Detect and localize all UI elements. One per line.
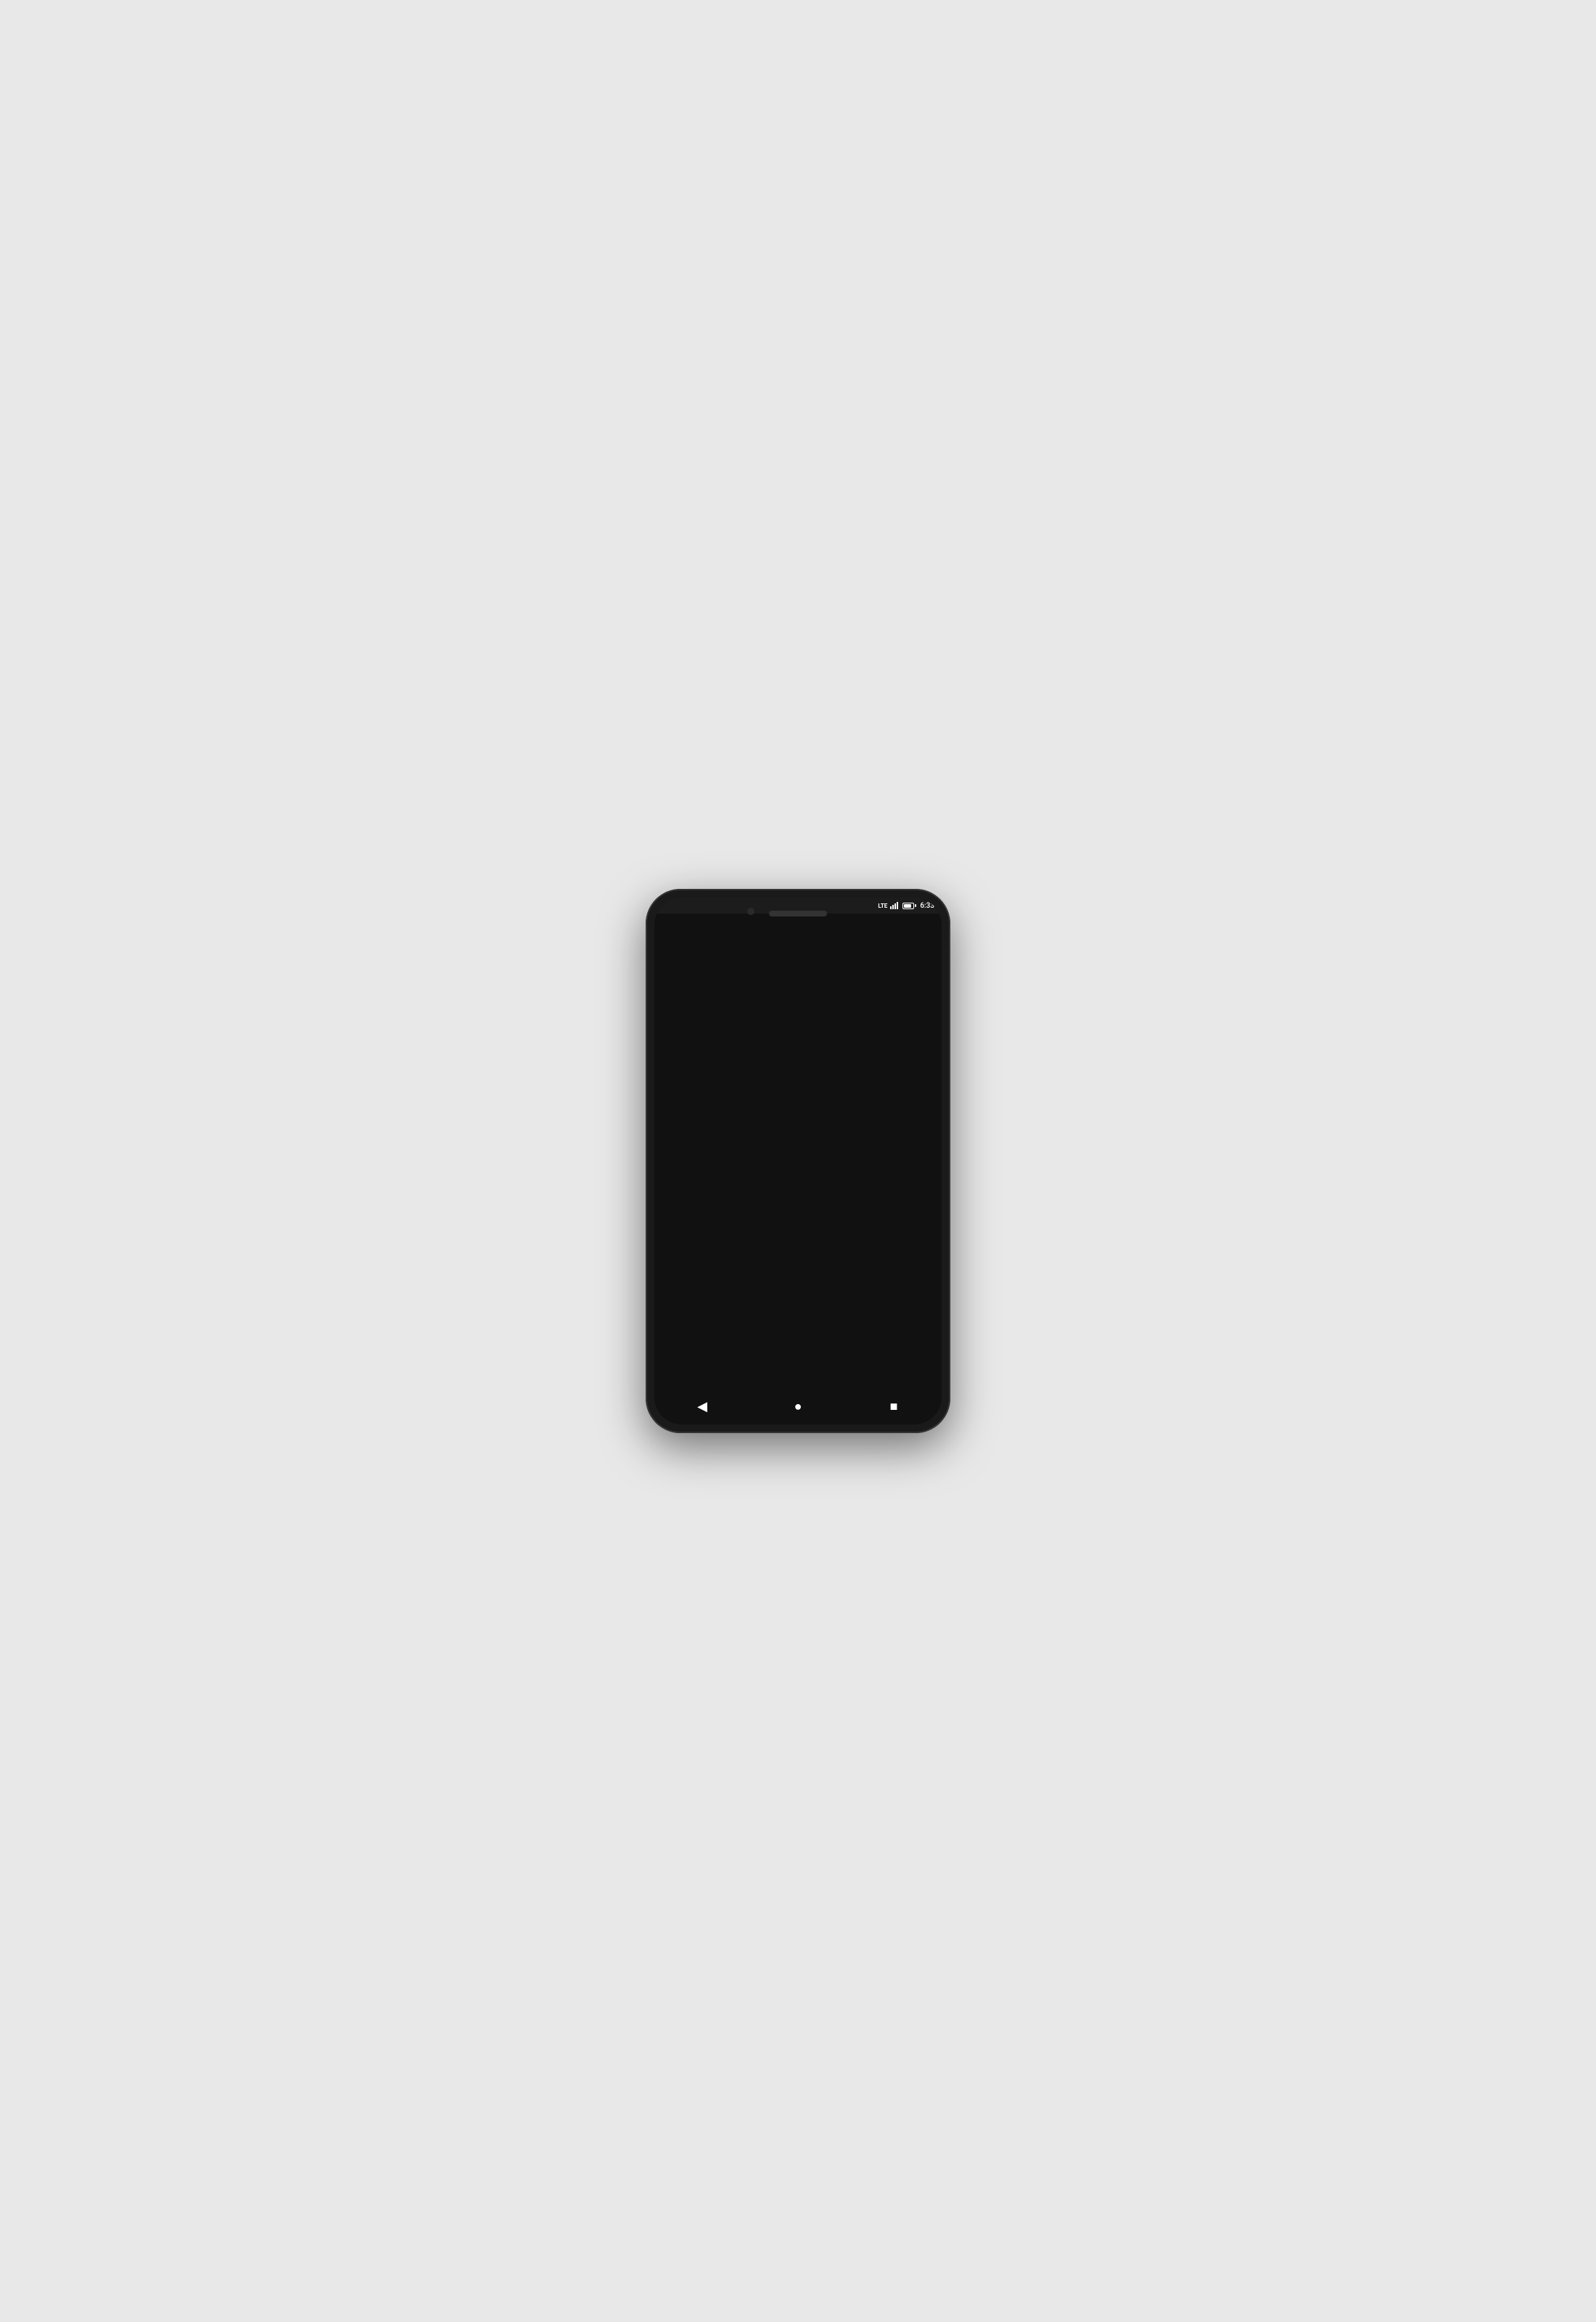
home-button[interactable]: ● [783,1392,813,1421]
phone-camera [747,908,754,915]
status-time: 6:33 [920,902,934,910]
status-icons: LTE 6:33 [878,902,934,910]
recent-button[interactable]: ■ [879,1392,908,1421]
signal-icon [890,902,898,909]
back-button[interactable]: ◀ [688,1392,717,1421]
phone-speaker [769,911,827,916]
phone-screen-container: LTE 6:33 ≡ ⊟ [654,898,942,1424]
lte-indicator: LTE [878,903,887,909]
bottom-navigation: ◀ ● ■ [654,1388,942,1424]
battery-icon [902,903,914,909]
phone-device: LTE 6:33 ≡ ⊟ [646,889,950,1433]
